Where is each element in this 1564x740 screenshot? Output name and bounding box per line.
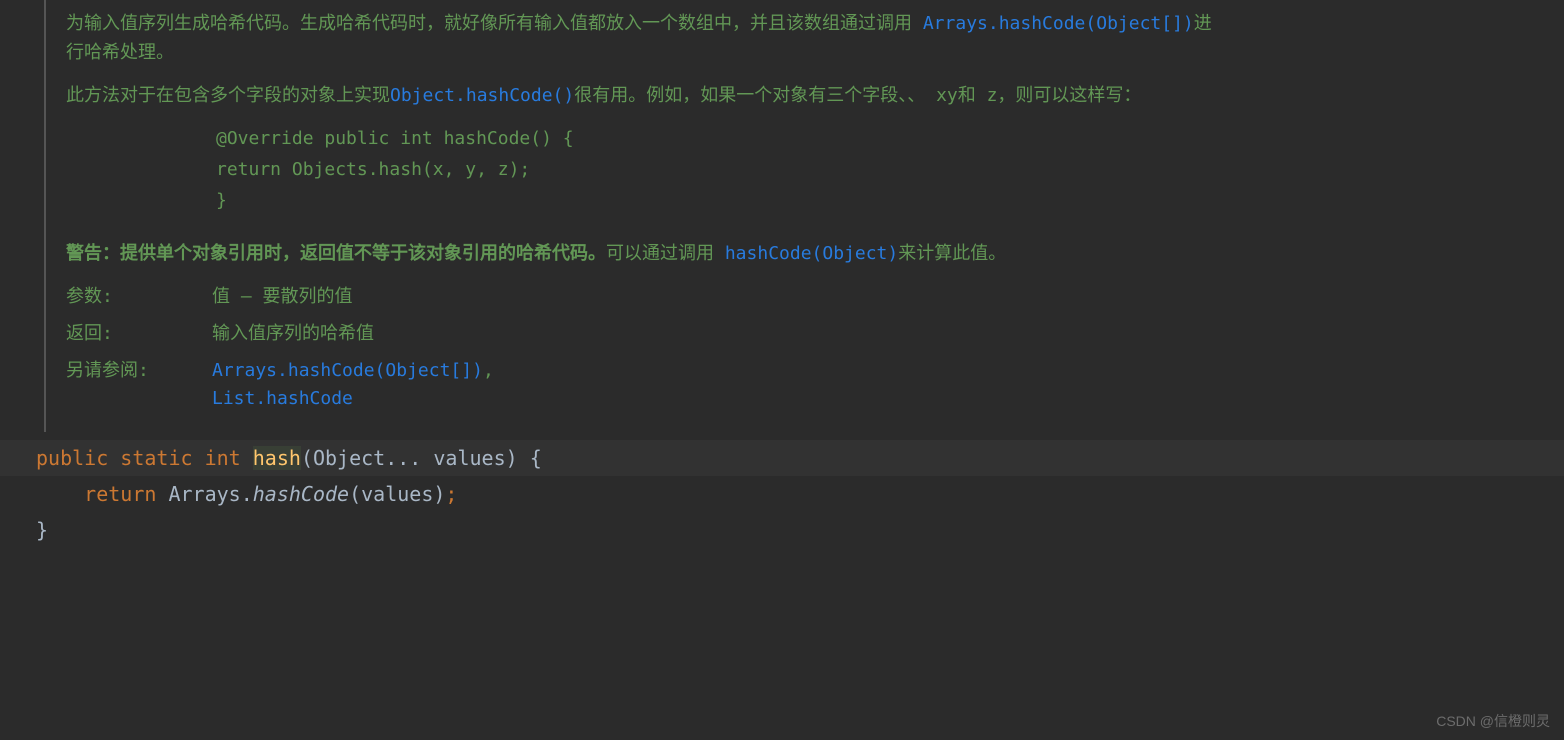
javadoc-popup: 为输入值序列生成哈希代码。生成哈希代码时，就好像所有输入值都放入一个数组中，并且… — [44, 0, 1244, 432]
method-name-hash: hash — [253, 446, 301, 470]
method-params: (Object... values) { — [301, 446, 542, 470]
doc-text: 为输入值序列生成哈希代码。生成哈希代码时，就好像所有输入值都放入一个数组中，并且… — [66, 13, 923, 34]
watermark: CSDN @信橙则灵 — [1436, 710, 1550, 732]
code-line-return: return Arrays.hashCode(values); — [0, 476, 1564, 512]
keyword-static: static — [120, 446, 192, 470]
brace-close: } — [36, 518, 48, 542]
code-example-line: @Override public int hashCode() { — [216, 124, 1224, 155]
call-args: (values) — [349, 482, 445, 506]
doc-link-hashcode-object[interactable]: hashCode(Object) — [725, 243, 898, 264]
code-editor[interactable]: public static int hash(Object... values)… — [0, 440, 1564, 548]
doc-params-label: 参数: — [66, 283, 212, 312]
doc-seealso-links: Arrays.hashCode(Object[]), List.hashCode — [212, 357, 494, 415]
doc-returns-value: 输入值序列的哈希值 — [212, 320, 374, 349]
doc-text: 此方法对于在包含多个字段的对象上实现 — [66, 85, 390, 106]
doc-seealso-label: 另请参阅: — [66, 357, 212, 415]
doc-params-value: 值 – 要散列的值 — [212, 283, 353, 312]
doc-link-seealso-arrays[interactable]: Arrays.hashCode(Object[]) — [212, 360, 483, 381]
keyword-return: return — [84, 482, 156, 506]
doc-text: 可以通过调用 — [606, 243, 725, 264]
doc-text: , — [483, 360, 494, 381]
code-example-line: return Objects.hash(x, y, z); — [216, 155, 1224, 186]
doc-paragraph-2: 此方法对于在包含多个字段的对象上实现Object.hashCode()很有用。例… — [66, 82, 1224, 111]
doc-params-row: 参数: 值 – 要散列的值 — [66, 283, 1224, 312]
doc-paragraph-1: 为输入值序列生成哈希代码。生成哈希代码时，就好像所有输入值都放入一个数组中，并且… — [66, 10, 1224, 68]
doc-link-seealso-list[interactable]: List.hashCode — [212, 388, 353, 409]
keyword-public: public — [36, 446, 108, 470]
keyword-int: int — [205, 446, 241, 470]
doc-returns-label: 返回: — [66, 320, 212, 349]
doc-warning-bold: 警告：提供单个对象引用时，返回值不等于该对象引用的哈希代码。 — [66, 243, 606, 264]
doc-link-object-hashcode[interactable]: Object.hashCode() — [390, 85, 574, 106]
code-line-close: } — [0, 512, 1564, 548]
method-call-hashcode: hashCode — [253, 482, 349, 506]
doc-text: 来计算此值。 — [898, 243, 1006, 264]
semicolon: ; — [445, 482, 457, 506]
doc-code-example: @Override public int hashCode() { return… — [66, 124, 1224, 216]
doc-seealso-row: 另请参阅: Arrays.hashCode(Object[]), List.ha… — [66, 357, 1224, 415]
doc-link-arrays-hashcode[interactable]: Arrays.hashCode(Object[]) — [923, 13, 1194, 34]
doc-returns-row: 返回: 输入值序列的哈希值 — [66, 320, 1224, 349]
doc-warning: 警告：提供单个对象引用时，返回值不等于该对象引用的哈希代码。可以通过调用 has… — [66, 240, 1224, 269]
code-example-line: } — [216, 186, 1224, 217]
code-line-signature: public static int hash(Object... values)… — [0, 440, 1564, 476]
class-ref-arrays: Arrays. — [156, 482, 252, 506]
doc-text: 很有用。例如，如果一个对象有三个字段、、 xy和 z，则可以这样写： — [574, 85, 1141, 106]
